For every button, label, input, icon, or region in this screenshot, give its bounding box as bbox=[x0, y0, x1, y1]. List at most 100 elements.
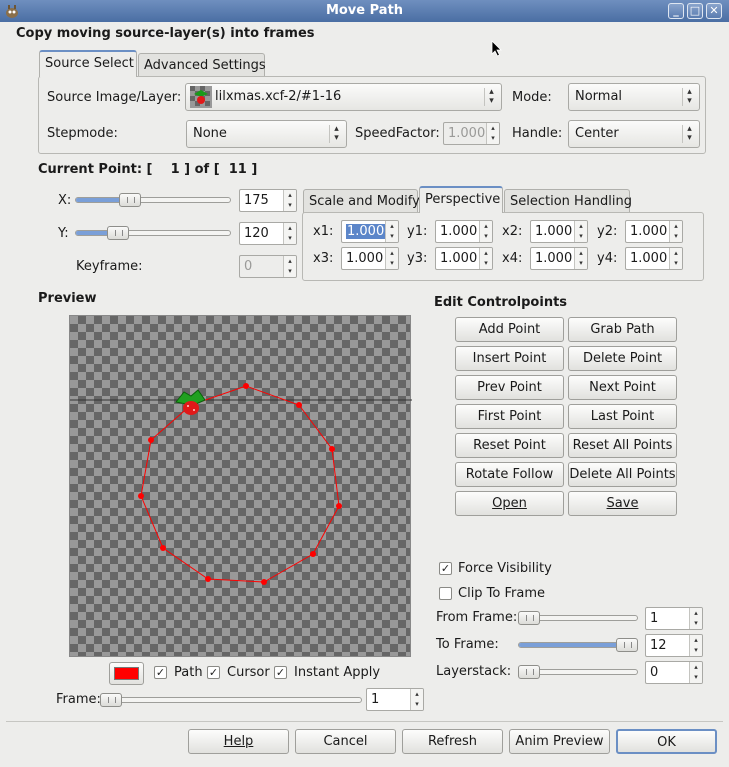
x-slider-thumb[interactable] bbox=[119, 193, 142, 207]
insert-point-button[interactable]: Insert Point bbox=[455, 346, 564, 371]
controlpoint[interactable] bbox=[336, 503, 342, 509]
maximize-button[interactable]: □ bbox=[687, 3, 703, 19]
keyframe-label: Keyframe: bbox=[76, 259, 143, 274]
frame-slider-thumb[interactable] bbox=[100, 693, 122, 707]
frame-spin[interactable]: 1 ▴ ▾ bbox=[366, 688, 424, 711]
perspective-y2-spin[interactable]: 1.000 ▴ ▾ bbox=[625, 220, 683, 243]
cancel-button[interactable]: Cancel bbox=[295, 729, 396, 754]
from-frame-spin[interactable]: 1 ▴ ▾ bbox=[645, 607, 703, 630]
handle-combo[interactable]: Center ▴ ▾ bbox=[568, 120, 700, 148]
anim-preview-button[interactable]: Anim Preview bbox=[509, 729, 610, 754]
perspective-y3-spin[interactable]: 1.000 ▴ ▾ bbox=[435, 247, 493, 270]
minimize-button[interactable]: _ bbox=[668, 3, 684, 19]
to-frame-spin[interactable]: 12 ▴ ▾ bbox=[645, 634, 703, 657]
spin-arrows-icon[interactable]: ▴ ▾ bbox=[669, 221, 682, 242]
spin-arrows-icon[interactable]: ▴ ▾ bbox=[574, 248, 587, 269]
controlpoint[interactable] bbox=[329, 446, 335, 452]
first-point-button[interactable]: First Point bbox=[455, 404, 564, 429]
combo-arrow-icon: ▴ ▾ bbox=[329, 125, 343, 143]
spin-arrows-icon[interactable]: ▴ ▾ bbox=[283, 190, 296, 211]
controlpoint[interactable] bbox=[296, 402, 302, 408]
tab-source-select[interactable]: Source Select bbox=[39, 50, 137, 77]
path-checkbox[interactable]: ✓ bbox=[154, 666, 167, 679]
last-point-button[interactable]: Last Point bbox=[568, 404, 677, 429]
grab-path-button[interactable]: Grab Path bbox=[568, 317, 677, 342]
rotate-follow-button[interactable]: Rotate Follow bbox=[455, 462, 564, 487]
spin-arrows-icon[interactable]: ▴ ▾ bbox=[479, 221, 492, 242]
cursor-checkbox[interactable]: ✓ bbox=[207, 666, 220, 679]
perspective-y2-label: y2: bbox=[597, 224, 618, 239]
reset-all-points-button[interactable]: Reset All Points bbox=[568, 433, 677, 458]
controlpoint[interactable] bbox=[205, 576, 211, 582]
from-frame-slider-thumb[interactable] bbox=[518, 611, 540, 625]
tab-perspective[interactable]: Perspective bbox=[419, 186, 503, 213]
controlpoint[interactable] bbox=[160, 545, 166, 551]
prev-point-button[interactable]: Prev Point bbox=[455, 375, 564, 400]
controlpoint[interactable] bbox=[261, 579, 267, 585]
perspective-x2-spin[interactable]: 1.000 ▴ ▾ bbox=[530, 220, 588, 243]
layerstack-slider-thumb[interactable] bbox=[518, 665, 540, 679]
spin-arrows-icon: ▴ ▾ bbox=[486, 123, 499, 144]
motion-path-line bbox=[140, 385, 340, 583]
y-spin[interactable]: 120 ▴ ▾ bbox=[239, 222, 297, 245]
to-frame-slider[interactable] bbox=[518, 638, 638, 652]
next-point-button[interactable]: Next Point bbox=[568, 375, 677, 400]
add-point-button[interactable]: Add Point bbox=[455, 317, 564, 342]
clip-to-frame-checkbox[interactable] bbox=[439, 587, 452, 600]
save-button[interactable]: Save bbox=[568, 491, 677, 516]
from-frame-slider[interactable] bbox=[518, 611, 638, 625]
spin-arrows-icon[interactable]: ▴ ▾ bbox=[689, 608, 702, 629]
perspective-y4-value: 1.000 bbox=[630, 251, 668, 266]
controlpoint[interactable] bbox=[138, 493, 144, 499]
controlpoint[interactable] bbox=[148, 437, 154, 443]
help-button[interactable]: Help bbox=[188, 729, 289, 754]
spin-arrows-icon[interactable]: ▴ ▾ bbox=[479, 248, 492, 269]
perspective-y1-spin[interactable]: 1.000 ▴ ▾ bbox=[435, 220, 493, 243]
layerstack-slider[interactable] bbox=[518, 665, 638, 679]
mode-combo[interactable]: Normal ▴ ▾ bbox=[568, 83, 700, 111]
delete-point-button[interactable]: Delete Point bbox=[568, 346, 677, 371]
ok-button[interactable]: OK bbox=[616, 729, 717, 754]
handle-value: Center bbox=[575, 126, 619, 141]
x-slider[interactable] bbox=[75, 193, 231, 207]
layerstack-spin[interactable]: 0 ▴ ▾ bbox=[645, 661, 703, 684]
x-spin[interactable]: 175 ▴ ▾ bbox=[239, 189, 297, 212]
spin-arrows-icon[interactable]: ▴ ▾ bbox=[574, 221, 587, 242]
stepmode-combo[interactable]: None ▴ ▾ bbox=[186, 120, 347, 148]
y-slider-thumb[interactable] bbox=[107, 226, 130, 240]
spin-arrows-icon[interactable]: ▴ ▾ bbox=[410, 689, 423, 710]
perspective-x4-label: x4: bbox=[502, 251, 523, 266]
perspective-x3-spin[interactable]: 1.000 ▴ ▾ bbox=[341, 247, 399, 270]
tab-selection-handling[interactable]: Selection Handling bbox=[504, 189, 632, 213]
perspective-y4-spin[interactable]: 1.000 ▴ ▾ bbox=[625, 247, 683, 270]
tab-scale-and-modify[interactable]: Scale and Modify bbox=[303, 189, 420, 213]
source-image-layer-combo[interactable]: lilxmas.xcf-2/#1-16 ▴ ▾ bbox=[185, 83, 502, 111]
perspective-x1-spin[interactable]: 1.000 ▴ ▾ bbox=[341, 220, 399, 243]
spin-arrows-icon[interactable]: ▴ ▾ bbox=[385, 221, 398, 242]
refresh-button[interactable]: Refresh bbox=[402, 729, 503, 754]
spin-arrows-icon[interactable]: ▴ ▾ bbox=[283, 223, 296, 244]
perspective-x4-spin[interactable]: 1.000 ▴ ▾ bbox=[530, 247, 588, 270]
spin-arrows-icon[interactable]: ▴ ▾ bbox=[689, 635, 702, 656]
instant-apply-checkbox[interactable]: ✓ bbox=[274, 666, 287, 679]
controlpoint[interactable] bbox=[243, 383, 249, 389]
force-visibility-checkbox[interactable]: ✓ bbox=[439, 562, 452, 575]
delete-all-points-button[interactable]: Delete All Points bbox=[568, 462, 677, 487]
path-preview-canvas[interactable] bbox=[69, 315, 412, 657]
controlpoint[interactable] bbox=[310, 551, 316, 557]
close-button[interactable]: ✕ bbox=[706, 3, 722, 19]
path-color-button[interactable] bbox=[109, 662, 144, 685]
open-button[interactable]: Open bbox=[455, 491, 564, 516]
keyframe-value: 0 bbox=[244, 259, 253, 274]
to-frame-slider-thumb[interactable] bbox=[616, 638, 638, 652]
spin-arrows-icon[interactable]: ▴ ▾ bbox=[689, 662, 702, 683]
spin-arrows-icon[interactable]: ▴ ▾ bbox=[669, 248, 682, 269]
first-point-button-label: First Point bbox=[477, 409, 542, 424]
y-slider[interactable] bbox=[75, 226, 231, 240]
spin-arrows-icon[interactable]: ▴ ▾ bbox=[385, 248, 398, 269]
grab-path-button-label: Grab Path bbox=[590, 322, 655, 337]
tab-advanced-settings[interactable]: Advanced Settings bbox=[138, 53, 266, 77]
keyframe-spin: 0 ▴ ▾ bbox=[239, 255, 297, 278]
frame-slider[interactable] bbox=[100, 693, 362, 707]
reset-point-button[interactable]: Reset Point bbox=[455, 433, 564, 458]
